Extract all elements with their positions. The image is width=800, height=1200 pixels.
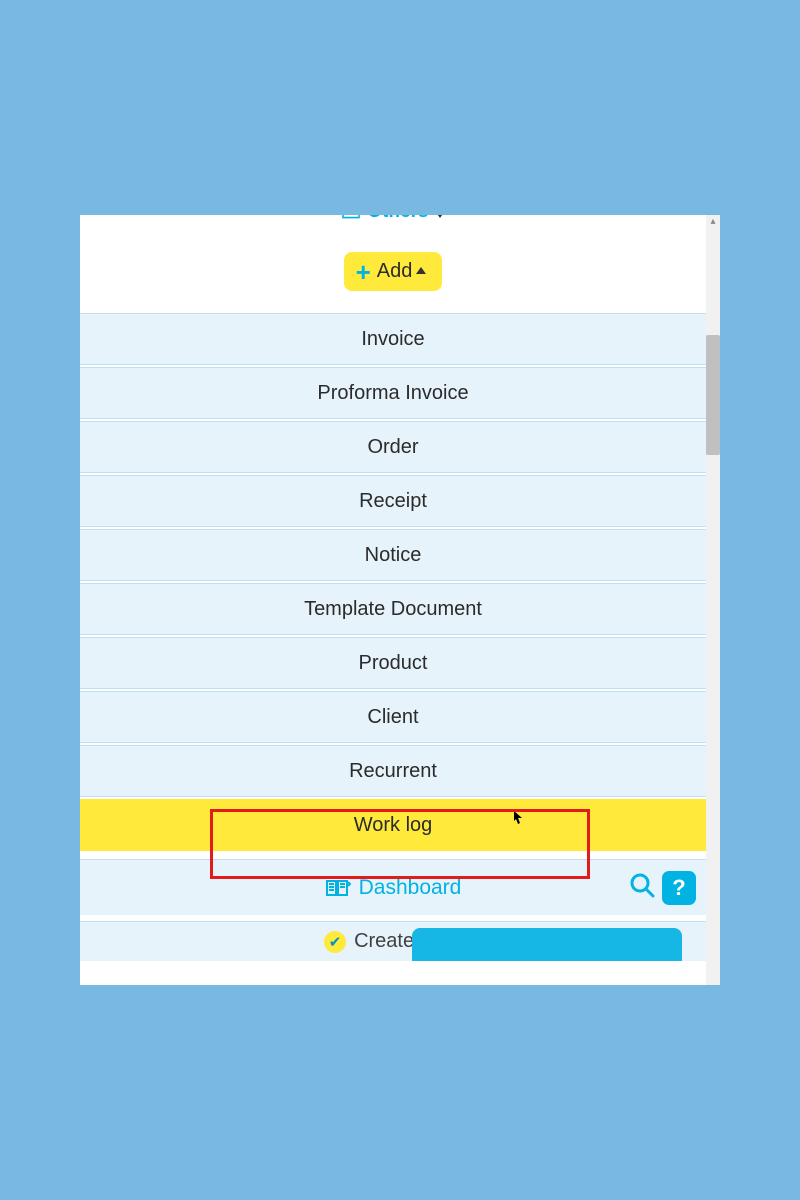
- book-icon: [325, 878, 351, 898]
- search-icon[interactable]: [628, 871, 656, 904]
- scroll-up-arrow-icon[interactable]: ▴: [708, 217, 718, 227]
- folder-icon: [341, 215, 361, 220]
- menu-item-label: Recurrent: [349, 760, 437, 783]
- menu-item-label: Template Document: [304, 598, 482, 621]
- menu-item-recurrent[interactable]: Recurrent: [80, 745, 706, 797]
- menu-item-label: Client: [367, 706, 418, 729]
- content-area: Others + Add Invoice Proforma Invoice Or…: [80, 215, 706, 985]
- plus-icon: +: [356, 263, 371, 281]
- dashboard-row: Dashboard ?: [80, 859, 706, 915]
- menu-item-work-log[interactable]: Work log: [80, 799, 706, 851]
- add-button-row: + Add: [80, 230, 706, 313]
- menu-item-order[interactable]: Order: [80, 421, 706, 473]
- help-icon[interactable]: ?: [662, 871, 696, 905]
- dashboard-right-icons: ?: [628, 871, 696, 905]
- scrollbar-track[interactable]: ▴: [706, 215, 720, 985]
- menu-item-label: Invoice: [361, 328, 424, 351]
- menu-item-notice[interactable]: Notice: [80, 529, 706, 581]
- menu-item-product[interactable]: Product: [80, 637, 706, 689]
- primary-cta-button[interactable]: [412, 928, 682, 961]
- dashboard-link[interactable]: Dashboard: [325, 876, 462, 900]
- nav-others-label: Others: [367, 215, 428, 223]
- scrollbar-thumb[interactable]: [706, 335, 720, 455]
- menu-item-client[interactable]: Client: [80, 691, 706, 743]
- app-frame: ▴ Others + Add Invoice P: [80, 215, 720, 985]
- dashboard-label: Dashboard: [359, 876, 462, 900]
- bottom-row: ✔ Create acco: [80, 921, 706, 961]
- help-icon-text: ?: [672, 875, 685, 901]
- chevron-down-icon: [435, 215, 445, 218]
- menu-item-proforma-invoice[interactable]: Proforma Invoice: [80, 367, 706, 419]
- check-icon: ✔: [324, 931, 346, 953]
- menu-item-label: Order: [367, 436, 418, 459]
- nav-others[interactable]: Others: [80, 215, 706, 230]
- cursor-pointer-icon: [508, 809, 528, 837]
- menu-item-label: Proforma Invoice: [317, 382, 468, 405]
- menu-item-template-document[interactable]: Template Document: [80, 583, 706, 635]
- chevron-up-icon: [416, 267, 426, 274]
- menu-item-label: Work log: [354, 814, 433, 837]
- add-button-label: Add: [377, 260, 413, 283]
- add-menu: Invoice Proforma Invoice Order Receipt N…: [80, 313, 706, 851]
- menu-item-label: Notice: [365, 544, 422, 567]
- menu-item-label: Receipt: [359, 490, 427, 513]
- menu-item-invoice[interactable]: Invoice: [80, 313, 706, 365]
- menu-item-label: Product: [359, 652, 428, 675]
- menu-item-receipt[interactable]: Receipt: [80, 475, 706, 527]
- add-button[interactable]: + Add: [344, 252, 443, 291]
